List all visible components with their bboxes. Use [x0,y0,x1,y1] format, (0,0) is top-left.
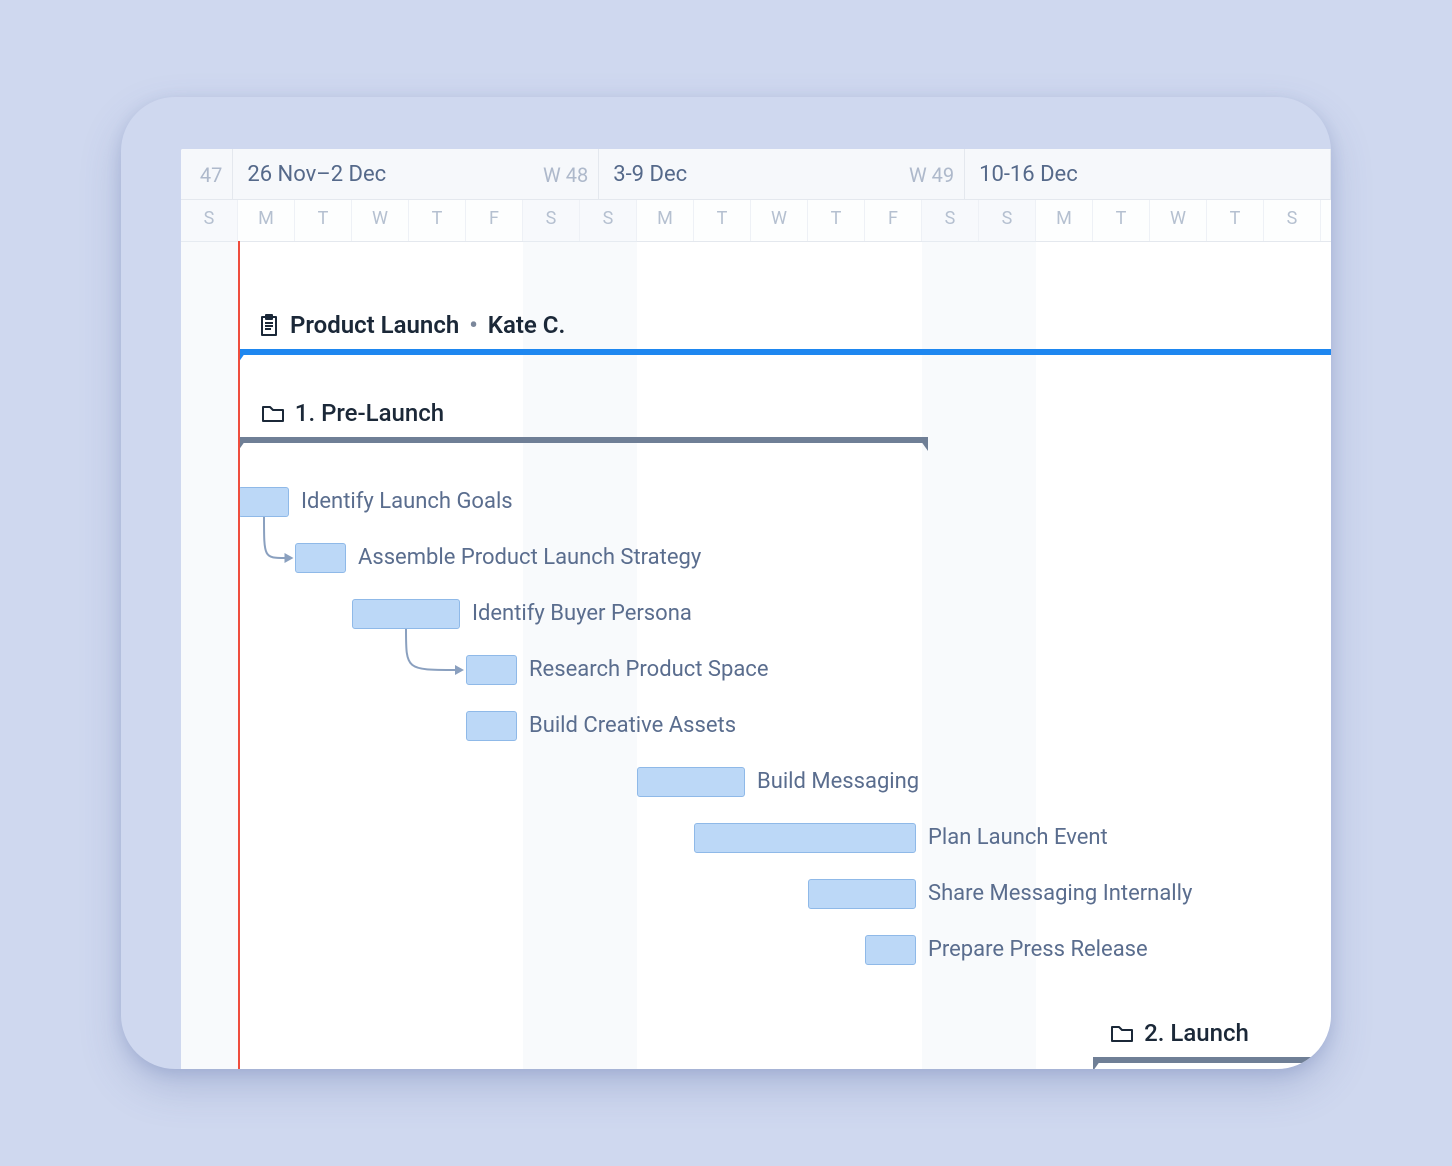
timeline-day-cell[interactable]: M [637,200,694,241]
task-row[interactable]: Build Creative Assets [181,711,1331,747]
gantt-rows: Product Launch • Kate C. 1. Pre-Launch Ide… [181,291,1331,1069]
timeline-week-cell[interactable]: 3-9 Dec W 49 [599,149,965,199]
task-label: Build Creative Assets [529,713,736,738]
week-number-label: W 48 [543,163,588,187]
task-bar[interactable] [238,487,289,517]
task-bar[interactable] [295,543,346,573]
task-bar[interactable] [808,879,916,909]
timeline-week-cell[interactable]: 47 [181,149,233,199]
task-bar[interactable] [694,823,916,853]
task-row[interactable]: Research Product Space [181,655,1331,691]
timeline-day-cell[interactable]: S [1264,200,1321,241]
timeline-day-cell[interactable]: M [238,200,295,241]
project-title: Product Launch [290,311,459,339]
timeline-days-row: SMTWTFSSMTWTFSSMTWTS [181,199,1331,241]
task-bar[interactable] [466,711,517,741]
timeline-day-cell[interactable]: T [409,200,466,241]
folder-row[interactable]: 2. Launch [181,1019,1331,1069]
task-label: Plan Launch Event [928,825,1108,850]
folder-name: 1. Pre-Launch [295,399,444,427]
today-indicator [238,241,240,1069]
folder-label[interactable]: 2. Launch [1110,1019,1249,1047]
task-label: Prepare Press Release [928,937,1148,962]
task-row[interactable]: Share Messaging Internally [181,879,1331,915]
folder-bracket[interactable] [1093,1057,1331,1069]
folder-label[interactable]: 1. Pre-Launch [261,399,444,427]
task-row[interactable]: Prepare Press Release [181,935,1331,971]
timeline-day-cell[interactable]: M [1036,200,1093,241]
project-row[interactable]: Product Launch • Kate C. [181,311,1331,365]
timeline-day-cell[interactable]: F [466,200,523,241]
folder-bracket[interactable] [238,437,928,451]
clipboard-icon [258,313,280,337]
timeline-day-cell[interactable]: S [523,200,580,241]
task-row[interactable]: Build Messaging [181,767,1331,803]
week-number-label: 47 [200,163,222,187]
timeline-day-cell[interactable]: T [1093,200,1150,241]
card-frame: 47 26 Nov–2 Dec W 48 3-9 Dec W 49 10-16 Dec S… [121,97,1331,1069]
timeline-week-cell[interactable]: 26 Nov–2 Dec W 48 [233,149,599,199]
folder-name: 2. Launch [1144,1019,1249,1047]
task-bar[interactable] [466,655,517,685]
timeline-week-cell[interactable]: 10-16 Dec [965,149,1331,199]
timeline-body[interactable]: Product Launch • Kate C. 1. Pre-Launch Ide… [181,241,1331,1069]
timeline-day-cell[interactable]: S [580,200,637,241]
task-row[interactable]: Plan Launch Event [181,823,1331,859]
gantt-panel: 47 26 Nov–2 Dec W 48 3-9 Dec W 49 10-16 Dec S… [181,149,1331,1069]
week-range-label: 26 Nov–2 Dec [233,162,386,187]
project-label[interactable]: Product Launch • Kate C. [258,311,565,339]
timeline-day-cell[interactable]: T [295,200,352,241]
task-row[interactable]: Identify Launch Goals [181,487,1331,523]
timeline-day-cell[interactable]: S [979,200,1036,241]
timeline-weeks-row: 47 26 Nov–2 Dec W 48 3-9 Dec W 49 10-16 Dec [181,149,1331,199]
timeline-day-cell[interactable]: T [808,200,865,241]
timeline-day-cell[interactable]: W [1150,200,1207,241]
separator-dot: • [469,311,478,339]
timeline-day-cell[interactable]: F [865,200,922,241]
week-range-label: 3-9 Dec [599,162,687,187]
task-bar[interactable] [352,599,460,629]
task-label: Identify Launch Goals [301,489,513,514]
timeline-day-cell[interactable]: T [694,200,751,241]
project-bracket[interactable] [238,349,1331,363]
task-label: Share Messaging Internally [928,881,1192,906]
task-label: Identify Buyer Persona [472,601,692,626]
week-range-label: 10-16 Dec [965,162,1078,187]
folder-icon [261,401,285,425]
task-label: Assemble Product Launch Strategy [358,545,701,570]
timeline-header: 47 26 Nov–2 Dec W 48 3-9 Dec W 49 10-16 Dec S… [181,149,1331,242]
task-bar[interactable] [865,935,916,965]
task-row[interactable]: Identify Buyer Persona [181,599,1331,635]
task-label: Research Product Space [529,657,769,682]
timeline-day-cell[interactable]: W [352,200,409,241]
timeline-day-cell[interactable]: S [181,200,238,241]
week-number-label: W 49 [909,163,954,187]
timeline-day-cell[interactable]: S [922,200,979,241]
folder-row[interactable]: 1. Pre-Launch [181,399,1331,453]
task-row[interactable]: Assemble Product Launch Strategy [181,543,1331,579]
folder-icon [1110,1021,1134,1045]
task-bar[interactable] [637,767,745,797]
timeline-day-cell[interactable]: W [751,200,808,241]
timeline-day-cell[interactable]: T [1207,200,1264,241]
task-label: Build Messaging [757,769,919,794]
project-owner: Kate C. [488,311,566,339]
